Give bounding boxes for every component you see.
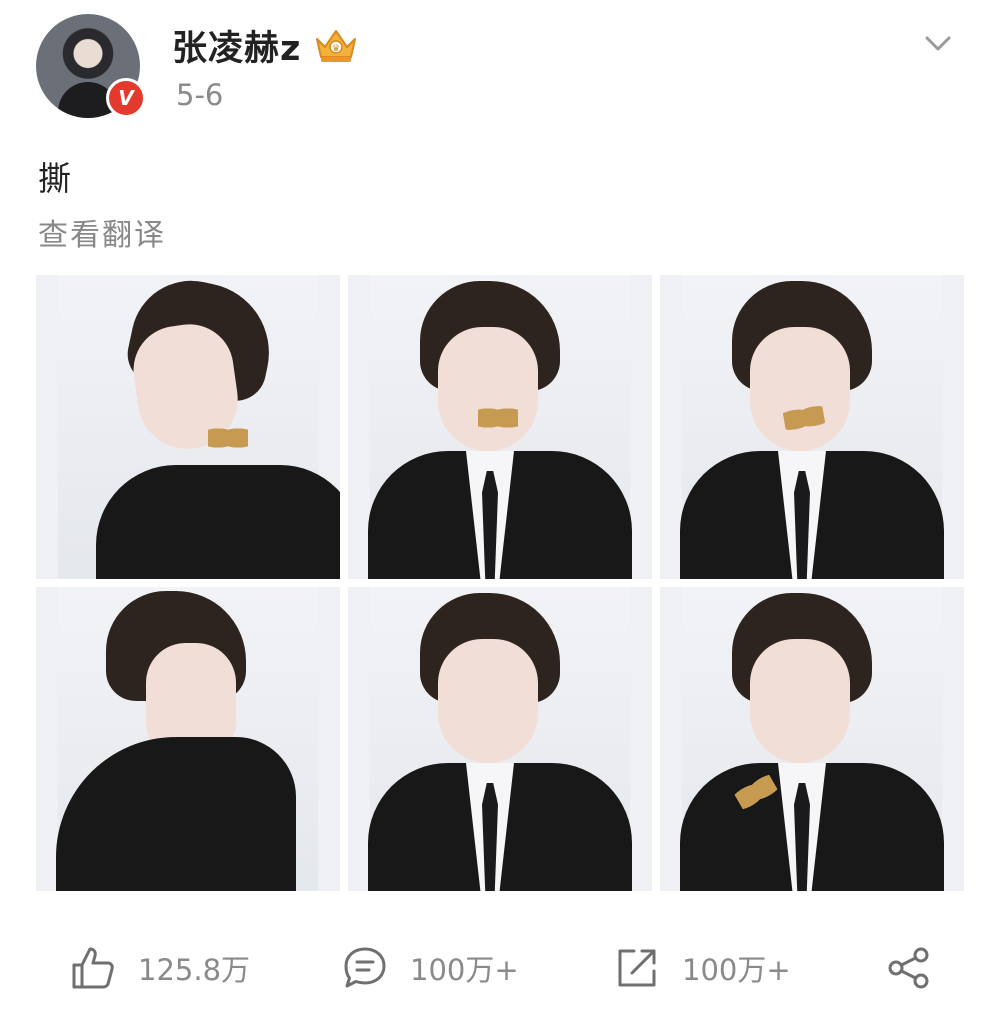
comment-button[interactable]: 100万+ [342,930,519,1006]
photo-subject-face [438,639,538,763]
crown-icon: ♛ [316,30,357,62]
photo-4[interactable] [36,587,340,891]
username-row: 张凌赫z ♛ [172,20,359,70]
actions-bar: 125.8万 100万+ 100万+ [0,930,1000,1006]
butterfly-prop [208,423,248,453]
photo-3[interactable] [660,275,964,579]
photo-subject-face [750,639,850,763]
photo-subject-jacket [96,465,340,579]
share-button[interactable] [886,930,932,1006]
repost-button[interactable]: 100万+ [614,930,791,1006]
verified-badge: V [106,78,146,118]
post-text: 撕 [38,159,71,198]
repost-icon [618,949,656,987]
like-button[interactable]: 125.8万 [70,930,250,1006]
translate-link[interactable]: 查看翻译 [38,210,166,254]
repost-count: 100万+ [682,953,791,987]
comment-count: 100万+ [410,953,519,987]
svg-text:♛: ♛ [332,44,340,54]
post-date: 5-6 [176,78,224,112]
photo-6[interactable] [660,587,964,891]
chevron-down-icon[interactable] [920,26,956,62]
photo-5[interactable] [348,587,652,891]
post-header: V 张凌赫z ♛ 5-6 [0,0,1000,130]
author-avatar[interactable]: V [36,14,146,118]
like-count: 125.8万 [138,953,251,987]
photo-1[interactable] [36,275,340,579]
butterfly-prop [478,403,518,433]
photo-grid [36,275,964,891]
share-icon [888,947,929,989]
thumbs-up-icon [72,947,114,989]
comment-icon [344,947,386,988]
author-name[interactable]: 张凌赫z [172,20,301,71]
photo-2[interactable] [348,275,652,579]
